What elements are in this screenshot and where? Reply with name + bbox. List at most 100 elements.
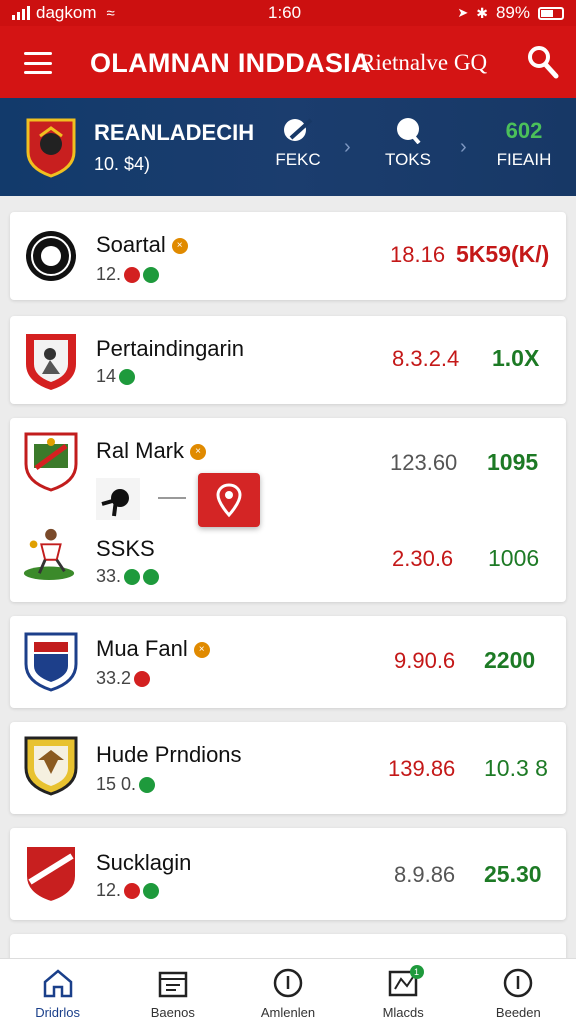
team-stat: 12. bbox=[96, 264, 160, 285]
team-stat: 33.2 bbox=[96, 668, 151, 689]
team-crest-icon bbox=[24, 736, 78, 796]
red-dot-icon bbox=[134, 670, 151, 687]
score-value[interactable]: 2200 bbox=[484, 647, 535, 674]
green-dot-icon bbox=[124, 568, 141, 585]
chevron-right-icon: › bbox=[344, 136, 351, 158]
league-stat-fieaih[interactable]: 602 FIEAIH bbox=[484, 116, 564, 170]
nav-label: Dridrlos bbox=[35, 1005, 80, 1020]
status-bar: dagkom ≈ 1:60 ➤ ✱ 89% bbox=[0, 0, 576, 26]
team-stat: 33. bbox=[96, 566, 160, 587]
signal-icon bbox=[12, 6, 30, 20]
battery-icon bbox=[538, 6, 564, 20]
odds-value[interactable]: 8.9.86 bbox=[394, 862, 455, 888]
score-value[interactable]: 25.30 bbox=[484, 861, 542, 888]
player-silhouette-icon bbox=[96, 478, 140, 520]
carrier-name: dagkom bbox=[36, 3, 97, 22]
odds-value[interactable]: 123.60 bbox=[390, 450, 457, 476]
nav-label: Mlacds bbox=[382, 1005, 424, 1020]
score-value[interactable]: 1095 bbox=[487, 449, 538, 476]
odds-value[interactable]: 18.16 bbox=[390, 242, 445, 268]
nav-calendar[interactable]: Baenos bbox=[115, 959, 230, 1024]
team-stat: 14 bbox=[96, 366, 136, 387]
calendar-icon bbox=[158, 971, 188, 998]
odds-value[interactable]: 2.30.6 bbox=[392, 546, 453, 572]
live-badge-icon: × bbox=[190, 444, 207, 461]
info-circle-icon bbox=[504, 968, 533, 998]
match-row[interactable] bbox=[10, 722, 566, 814]
league-stat-value: 602 bbox=[505, 118, 543, 143]
nav-map[interactable]: 1 Mlacds bbox=[346, 959, 461, 1024]
team-crest-icon bbox=[25, 845, 77, 904]
green-dot-icon bbox=[143, 568, 160, 585]
team-name: Sucklagin bbox=[96, 850, 192, 875]
score-value[interactable]: 10.3 8 bbox=[484, 755, 548, 782]
red-dot-icon bbox=[124, 266, 141, 283]
bluetooth-icon: ✱ bbox=[476, 4, 488, 21]
live-badge-icon: × bbox=[171, 238, 188, 255]
nav-badge: 1 bbox=[409, 965, 424, 979]
app-title: OLAMNAN INDDASIA bbox=[90, 48, 371, 78]
odds-value[interactable]: 8.3.2.4 bbox=[392, 346, 459, 372]
map-pin-button[interactable] bbox=[198, 473, 260, 527]
league-name: REANLADECIH bbox=[94, 120, 255, 145]
match-row[interactable] bbox=[10, 828, 566, 920]
score-value[interactable]: 1.0X bbox=[492, 345, 539, 372]
team-name: SSKS bbox=[96, 536, 155, 561]
live-badge-icon: × bbox=[193, 642, 210, 659]
match-row[interactable] bbox=[10, 316, 566, 404]
nav-home[interactable]: Dridrlos bbox=[0, 959, 115, 1024]
nav-label: Baenos bbox=[150, 1005, 195, 1020]
league-stat-fekc[interactable]: FEKC bbox=[258, 116, 338, 170]
team-name: Pertaindingarin bbox=[96, 336, 244, 361]
search-icon[interactable] bbox=[526, 44, 560, 80]
team-stat: 12. bbox=[96, 880, 160, 901]
nav-info-2[interactable]: Beeden bbox=[461, 959, 576, 1024]
green-dot-icon bbox=[143, 882, 160, 899]
league-stat-toks[interactable]: TOKS bbox=[368, 116, 448, 170]
odds-value[interactable]: 9.90.6 bbox=[394, 648, 455, 674]
team-stat: 15 0. bbox=[96, 774, 156, 795]
team-crest-icon bbox=[24, 432, 78, 492]
whistle-icon bbox=[258, 116, 338, 146]
team-name: Soartal × bbox=[96, 232, 188, 258]
player-icon bbox=[23, 528, 75, 580]
league-stat-label: FEKC bbox=[275, 150, 321, 169]
wifi-icon: ≈ bbox=[106, 4, 115, 22]
clock: 1:60 bbox=[268, 3, 302, 22]
green-dot-icon bbox=[139, 776, 156, 793]
battery-percent: 89% bbox=[495, 3, 530, 22]
league-stat-label: TOKS bbox=[385, 150, 431, 169]
league-header[interactable]: REANLADECIH 10. $4) FEKC › TOKS › 602 FI… bbox=[0, 98, 576, 196]
nav-label: Beeden bbox=[495, 1005, 541, 1020]
league-score: 10. $4) bbox=[94, 154, 151, 174]
divider-line bbox=[158, 497, 186, 499]
score-value[interactable]: 1006 bbox=[488, 545, 539, 572]
score-value[interactable]: 5K59(K/) bbox=[456, 241, 549, 268]
app-subtitle[interactable]: Rietnalve GQ bbox=[360, 50, 487, 76]
nav-info[interactable]: Amlenlen bbox=[230, 959, 345, 1024]
team-crest-icon bbox=[26, 334, 76, 390]
green-dot-icon bbox=[119, 368, 136, 385]
map-pin-icon bbox=[216, 483, 242, 518]
team-crest-icon bbox=[26, 231, 76, 281]
nav-label: Amlenlen bbox=[260, 1005, 316, 1020]
app-bar: OLAMNAN INDDASIA Rietnalve GQ bbox=[0, 26, 576, 98]
location-icon: ➤ bbox=[457, 5, 469, 20]
match-row[interactable] bbox=[10, 616, 566, 708]
team-name: Hude Prndions bbox=[96, 742, 242, 767]
info-circle-icon bbox=[273, 968, 303, 998]
red-dot-icon bbox=[124, 882, 141, 899]
team-name: Ral Mark × bbox=[96, 438, 207, 464]
team-crest-icon bbox=[24, 632, 78, 692]
team-name: Mua Fanl × bbox=[96, 636, 210, 662]
ball-icon bbox=[368, 116, 448, 146]
chevron-right-icon: › bbox=[460, 136, 467, 158]
green-dot-icon bbox=[143, 266, 160, 283]
league-crest-icon bbox=[26, 118, 76, 178]
home-icon bbox=[43, 969, 72, 998]
league-stat-label: FIEAIH bbox=[496, 150, 552, 169]
menu-icon[interactable] bbox=[24, 52, 52, 74]
bottom-nav: Dridrlos Baenos Amlenlen 1 Mlacds Beeden bbox=[0, 958, 576, 1024]
match-row[interactable] bbox=[10, 418, 566, 602]
odds-value[interactable]: 139.86 bbox=[388, 756, 455, 782]
